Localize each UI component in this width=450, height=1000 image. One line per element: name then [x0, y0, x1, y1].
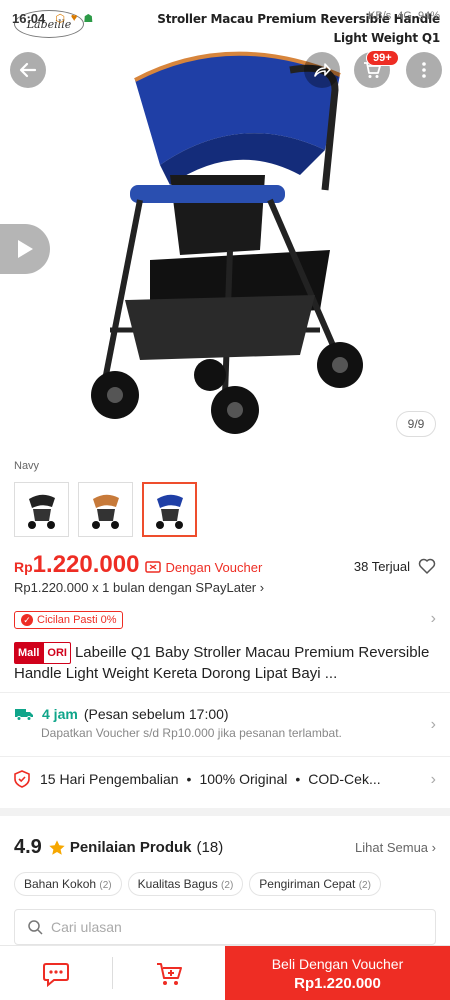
divider [0, 692, 450, 693]
chip-label: Bahan Kokoh [24, 877, 97, 891]
chip-count: (2) [358, 880, 371, 891]
search-icon [28, 920, 43, 935]
bottom-action-bar: Beli Dengan Voucher Rp1.220.000 [0, 945, 450, 1000]
notification-icon: ⬡ [55, 12, 65, 25]
buy-with-voucher-button[interactable]: Beli Dengan Voucher Rp1.220.000 [225, 946, 450, 1000]
network-speed: KB/s [368, 10, 392, 22]
mall-ori-badge: Mall ORI [14, 642, 71, 664]
see-all-label: Lihat Semua [355, 840, 429, 855]
more-vertical-icon [422, 62, 426, 78]
ori-label: ORI [43, 642, 71, 664]
chat-icon [43, 962, 69, 987]
buy-price: Rp1.220.000 [294, 974, 381, 992]
back-button[interactable] [10, 52, 46, 88]
cicilan-badge: ✓ Cicilan Pasti 0% [14, 611, 124, 629]
stroller-thumb-image [155, 494, 183, 529]
share-icon [314, 63, 331, 77]
chevron-right-icon[interactable]: › [431, 716, 436, 734]
product-title-text: Labeille Q1 Baby Stroller Macau Premium … [14, 644, 430, 682]
chat-button[interactable] [0, 946, 112, 1000]
notification-icons: ⬡ ♥ ☗ [55, 12, 93, 25]
price-value: 1.220.000 [32, 551, 140, 578]
voucher-tag[interactable]: Dengan Voucher [145, 560, 262, 575]
play-icon [18, 240, 33, 258]
delivery-truck-icon [15, 709, 33, 721]
cart-count-badge: 99+ [366, 50, 399, 66]
shield-icon [14, 770, 30, 788]
paylater-text: Rp1.220.000 x 1 bulan dengan SPayLater [14, 580, 257, 595]
variation-thumb-black[interactable] [14, 482, 69, 537]
chip-count: (2) [99, 880, 112, 891]
signal-indicator: 4G [397, 10, 412, 22]
buy-label: Beli Dengan Voucher [271, 955, 404, 972]
star-icon [49, 839, 65, 855]
price-currency: Rp [14, 559, 33, 575]
shipping-note: (Pesan sebelum 17:00) [83, 706, 229, 722]
shipping-voucher-note: Dapatkan Voucher s/d Rp10.000 jika pesan… [41, 726, 342, 740]
review-chips: Bahan Kokoh (2) Kualitas Bagus (2) Pengi… [14, 872, 381, 896]
share-button[interactable] [304, 52, 340, 88]
review-chip[interactable]: Kualitas Bagus (2) [127, 872, 244, 896]
stroller-thumb-image [27, 494, 55, 529]
separator-dot: • [295, 771, 301, 787]
variation-label: Navy [14, 460, 40, 472]
rating-value: 4.9 [14, 836, 42, 858]
status-bar: 16:04 ⬡ ♥ ☗ KB/s 4G 94% [0, 0, 450, 36]
image-counter: 9/9 [396, 411, 436, 437]
chip-count: (2) [221, 880, 234, 891]
chip-label: Pengiriman Cepat [259, 877, 356, 891]
cicilan-label: Cicilan Pasti 0% [37, 614, 117, 626]
rating-count: (18) [196, 839, 224, 856]
battery-level: 94% [417, 10, 440, 22]
notification-icon: ☗ [83, 12, 94, 25]
stroller-thumb-image [91, 494, 119, 529]
variation-thumb-navy[interactable] [142, 482, 197, 537]
review-chip[interactable]: Pengiriman Cepat (2) [249, 872, 381, 896]
cod-label: COD-Cek... [308, 771, 381, 787]
chevron-right-icon[interactable]: › [431, 610, 436, 628]
shipping-row[interactable]: 4 jam (Pesan sebelum 17:00) Dapatkan Vou… [14, 706, 436, 740]
heart-icon[interactable] [418, 558, 436, 574]
add-cart-icon [157, 962, 182, 985]
variation-thumbnails [14, 482, 197, 537]
rating-header: 4.9 Penilaian Produk (18) Lihat Semua › [14, 836, 436, 859]
status-right: KB/s 4G 94% [368, 10, 440, 22]
variation-thumb-orange[interactable] [78, 482, 133, 537]
mall-label: Mall [14, 642, 44, 664]
review-chip[interactable]: Bahan Kokoh (2) [14, 872, 122, 896]
product-title: Mall ORI Labeille Q1 Baby Stroller Macau… [14, 642, 436, 684]
product-image-gallery[interactable]: 99+ 9/9 [0, 0, 450, 450]
chevron-right-icon: › [431, 840, 436, 855]
more-options-button[interactable] [406, 52, 442, 88]
sold-count: 38 Terjual [353, 558, 410, 574]
check-icon: ✓ [21, 614, 33, 626]
review-search[interactable] [14, 909, 436, 945]
arrow-left-icon [19, 62, 37, 78]
status-time: 16:04 [12, 10, 46, 26]
rating-label: Penilaian Produk [69, 839, 192, 856]
chevron-right-icon[interactable]: › [431, 771, 436, 789]
voucher-icon [145, 561, 162, 573]
price-row: Rp 1.220.000 Dengan Voucher 38 Terjual [14, 551, 436, 579]
shipping-time: 4 jam [42, 706, 78, 722]
review-search-input[interactable] [51, 919, 391, 935]
play-video-button[interactable] [0, 224, 50, 274]
original-guarantee: 100% Original [199, 771, 288, 787]
separator-dot: • [186, 771, 192, 787]
notification-icon: ♥ [70, 11, 78, 24]
section-divider [0, 808, 450, 816]
add-to-cart-button[interactable] [113, 946, 225, 1000]
divider [0, 756, 450, 757]
guarantee-row[interactable]: 15 Hari Pengembalian • 100% Original • C… [14, 770, 424, 788]
return-policy: 15 Hari Pengembalian [40, 771, 179, 787]
see-all-link[interactable]: Lihat Semua › [355, 840, 436, 855]
voucher-label: Dengan Voucher [165, 559, 263, 575]
paylater-info[interactable]: Rp1.220.000 x 1 bulan dengan SPayLater › [14, 580, 264, 595]
chip-label: Kualitas Bagus [137, 877, 218, 891]
chevron-right-icon: › [259, 580, 265, 595]
